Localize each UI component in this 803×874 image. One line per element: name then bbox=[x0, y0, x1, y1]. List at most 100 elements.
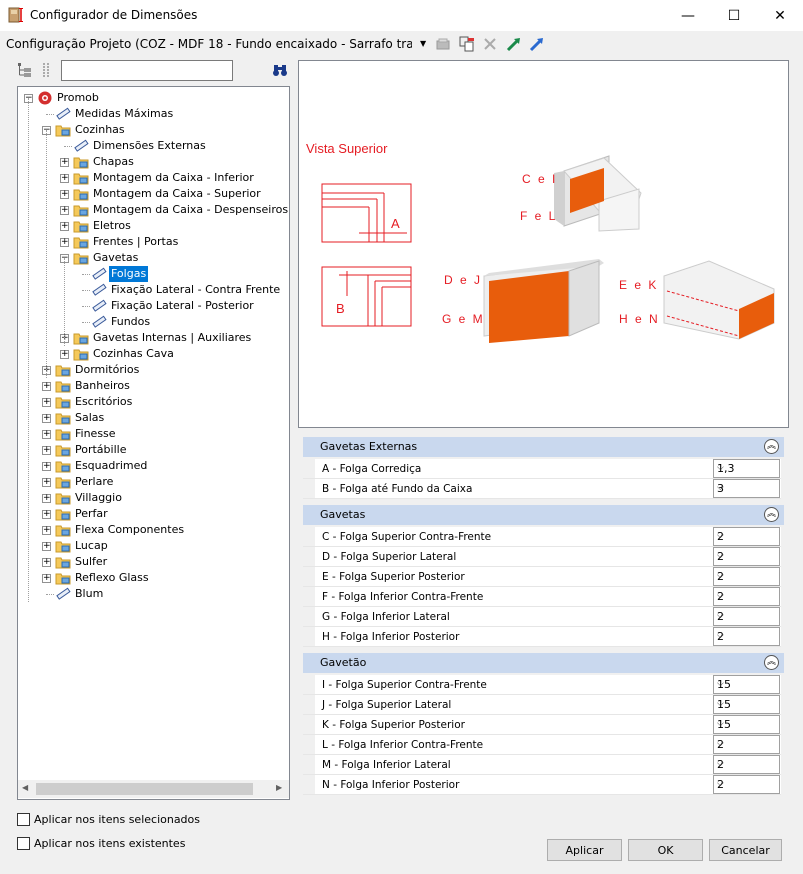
tree-item-label[interactable]: Perfar bbox=[73, 506, 110, 522]
expand-icon[interactable]: + bbox=[60, 158, 69, 167]
binoculars-icon[interactable] bbox=[272, 62, 288, 78]
apply-selected-checkbox[interactable] bbox=[17, 813, 30, 826]
tree-item[interactable]: + Montagem da Caixa - Despenseiros | Torr… bbox=[18, 202, 289, 218]
expand-icon[interactable]: + bbox=[42, 478, 51, 487]
expand-icon[interactable]: + bbox=[42, 462, 51, 471]
save-config-icon[interactable] bbox=[435, 36, 451, 52]
property-value-select[interactable]: 2 ⌵ bbox=[713, 607, 780, 626]
expand-icon[interactable]: + bbox=[42, 398, 51, 407]
property-value-select[interactable]: 2 ⌵ bbox=[713, 735, 780, 754]
expand-icon[interactable]: + bbox=[60, 238, 69, 247]
expand-icon[interactable]: + bbox=[42, 542, 51, 551]
minimize-button[interactable]: — bbox=[665, 0, 711, 31]
scroll-thumb[interactable] bbox=[36, 783, 253, 795]
maximize-button[interactable]: ☐ bbox=[711, 0, 757, 31]
chevron-down-icon[interactable]: ⌵ bbox=[717, 551, 776, 561]
tree-item[interactable]: + Perlare bbox=[18, 474, 288, 490]
tree-item[interactable]: + Perfar bbox=[18, 506, 288, 522]
tree-item-label[interactable]: Montagem da Caixa - Superior bbox=[91, 186, 263, 202]
property-value-select[interactable]: 1,3 ⌵ bbox=[713, 459, 780, 478]
expand-icon[interactable]: + bbox=[60, 174, 69, 183]
tree-item[interactable]: + Escritórios bbox=[18, 394, 288, 410]
chevron-down-icon[interactable]: ⌵ bbox=[717, 699, 776, 709]
collapse-group-icon[interactable]: ︽ bbox=[764, 507, 779, 522]
chevron-down-icon[interactable]: ⌵ bbox=[717, 531, 776, 541]
tree-item[interactable]: + Portábille bbox=[18, 442, 288, 458]
collapse-tree-icon[interactable] bbox=[40, 62, 52, 78]
tree-item-label[interactable]: Salas bbox=[73, 410, 106, 426]
tree-item-label[interactable]: Montagem da Caixa - Despenseiros | Torre… bbox=[91, 202, 289, 218]
tree-item[interactable]: + Villaggio bbox=[18, 490, 288, 506]
expand-icon[interactable]: + bbox=[60, 206, 69, 215]
tree-item-label[interactable]: Dimensões Externas bbox=[91, 138, 208, 154]
tree-item-label[interactable]: Fundos bbox=[109, 314, 152, 330]
chevron-down-icon[interactable]: ▼ bbox=[420, 39, 426, 48]
tree-item-label[interactable]: Sulfer bbox=[73, 554, 109, 570]
property-value-select[interactable]: 2 ⌵ bbox=[713, 567, 780, 586]
expand-icon[interactable]: + bbox=[42, 510, 51, 519]
tree-item-label[interactable]: Dormitórios bbox=[73, 362, 141, 378]
tree-item-label[interactable]: Fixação Lateral - Contra Frente bbox=[109, 282, 282, 298]
chevron-down-icon[interactable]: ⌵ bbox=[717, 483, 776, 493]
property-value-select[interactable]: 2 ⌵ bbox=[713, 775, 780, 794]
tree-item-label[interactable]: Portábille bbox=[73, 442, 128, 458]
chevron-down-icon[interactable]: ⌵ bbox=[717, 719, 776, 729]
tree-item-label[interactable]: Finesse bbox=[73, 426, 118, 442]
scroll-right-icon[interactable]: ▶ bbox=[276, 783, 282, 792]
tree-item-label[interactable]: Frentes | Portas bbox=[91, 234, 180, 250]
expand-icon[interactable]: + bbox=[42, 446, 51, 455]
chevron-down-icon[interactable]: ⌵ bbox=[717, 679, 776, 689]
expand-icon[interactable]: + bbox=[42, 526, 51, 535]
tree-item[interactable]: + Banheiros bbox=[18, 378, 288, 394]
tree-item-label[interactable]: Villaggio bbox=[73, 490, 124, 506]
close-button[interactable]: ✕ bbox=[757, 0, 803, 31]
tree-item[interactable]: + Gavetas Internas | Auxiliares bbox=[18, 330, 288, 346]
expand-icon[interactable]: + bbox=[42, 558, 51, 567]
tree-item[interactable]: + Salas bbox=[18, 410, 288, 426]
property-value-select[interactable]: 2 ⌵ bbox=[713, 627, 780, 646]
tree-item[interactable]: + Esquadrimed bbox=[18, 458, 288, 474]
expand-icon[interactable]: + bbox=[42, 430, 51, 439]
property-value-select[interactable]: 2 ⌵ bbox=[713, 587, 780, 606]
chevron-down-icon[interactable]: ⌵ bbox=[717, 739, 776, 749]
tree-search-input[interactable] bbox=[61, 60, 233, 81]
tree-item-label[interactable]: Escritórios bbox=[73, 394, 134, 410]
chevron-down-icon[interactable]: ⌵ bbox=[717, 631, 776, 641]
tree-item-label[interactable]: Cozinhas Cava bbox=[91, 346, 176, 362]
chevron-down-icon[interactable]: ⌵ bbox=[717, 779, 776, 789]
tree-item[interactable]: + Reflexo Glass bbox=[18, 570, 288, 586]
tree-item-label[interactable]: Promob bbox=[55, 90, 101, 106]
export-icon[interactable] bbox=[529, 36, 545, 52]
tree-item-label[interactable]: Lucap bbox=[73, 538, 110, 554]
tree-item-label[interactable]: Blum bbox=[73, 586, 105, 602]
property-value-select[interactable]: 2 ⌵ bbox=[713, 547, 780, 566]
property-value-select[interactable]: 15 ⌵ bbox=[713, 715, 780, 734]
tree-item[interactable]: + Lucap bbox=[18, 538, 288, 554]
tree-item-label[interactable]: Perlare bbox=[73, 474, 115, 490]
expand-tree-icon[interactable] bbox=[17, 62, 33, 78]
expand-icon[interactable]: + bbox=[60, 190, 69, 199]
chevron-down-icon[interactable]: ⌵ bbox=[717, 611, 776, 621]
tree-item-label[interactable]: Montagem da Caixa - Inferior bbox=[91, 170, 256, 186]
tree-item[interactable]: Fixação Lateral - Posterior bbox=[18, 298, 288, 314]
tree-item-label[interactable]: Banheiros bbox=[73, 378, 132, 394]
category-tree[interactable]: − Promob Medidas Máximas − Cozinhas Dimensões… bbox=[17, 86, 290, 800]
tree-item-label[interactable]: Medidas Máximas bbox=[73, 106, 175, 122]
tree-item[interactable]: + Montagem da Caixa - Superior bbox=[18, 186, 288, 202]
tree-item[interactable]: − Cozinhas bbox=[18, 122, 288, 138]
expand-icon[interactable]: + bbox=[42, 382, 51, 391]
ok-button[interactable]: OK bbox=[628, 839, 703, 861]
tree-item[interactable]: + Cozinhas Cava bbox=[18, 346, 288, 362]
tree-item[interactable]: + Dormitórios bbox=[18, 362, 288, 378]
property-value-select[interactable]: 15 ⌵ bbox=[713, 675, 780, 694]
tree-item[interactable]: − Gavetas bbox=[18, 250, 288, 266]
tree-item-label[interactable]: Folgas bbox=[109, 266, 149, 282]
tree-item-label[interactable]: Esquadrimed bbox=[73, 458, 149, 474]
chevron-down-icon[interactable]: ⌵ bbox=[717, 759, 776, 769]
expand-icon[interactable]: + bbox=[60, 222, 69, 231]
tree-item[interactable]: + Frentes | Portas bbox=[18, 234, 288, 250]
apply-existing-checkbox[interactable] bbox=[17, 837, 30, 850]
tree-horizontal-scrollbar[interactable]: ◀ ▶ bbox=[18, 780, 289, 798]
tree-item-label[interactable]: Chapas bbox=[91, 154, 136, 170]
tree-item-label[interactable]: Flexa Componentes bbox=[73, 522, 186, 538]
